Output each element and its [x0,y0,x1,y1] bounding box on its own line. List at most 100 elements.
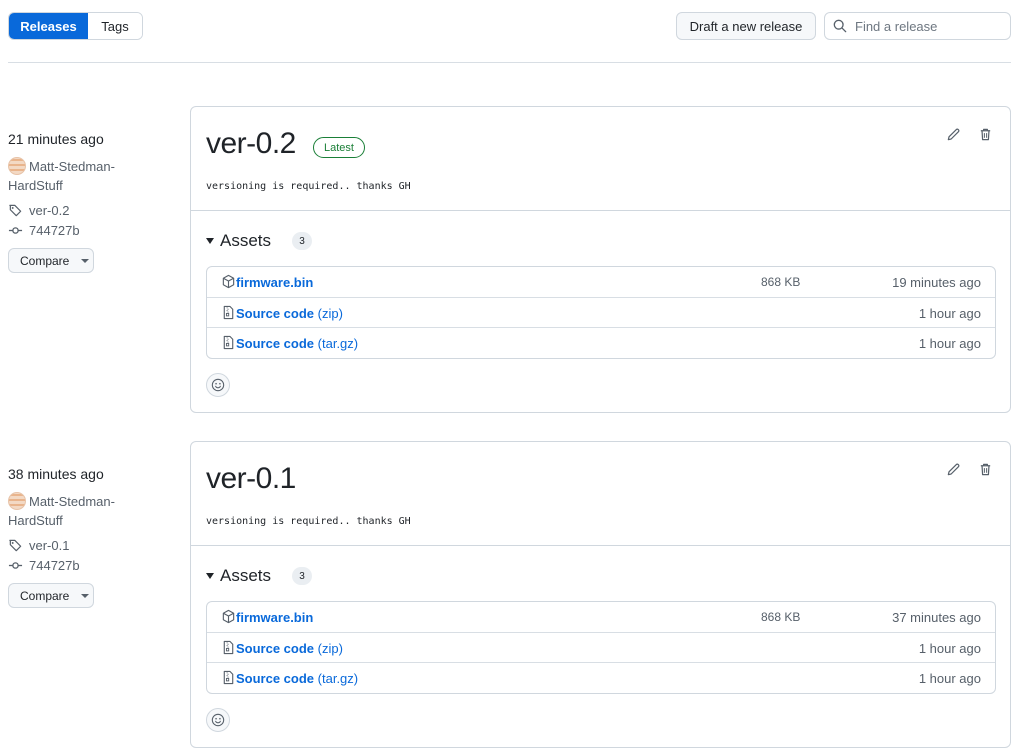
assets-list: firmware.bin 868 KB 19 minutes ago Sourc… [206,266,996,359]
asset-link[interactable]: Source code (tar.gz) [236,336,358,351]
tag-label: ver-0.1 [29,538,70,553]
caret-down-icon [81,593,90,598]
compare-label: Compare [20,253,70,268]
asset-time: 1 hour ago [918,306,981,321]
assets-toggle[interactable]: Assets 3 [206,231,313,251]
pencil-icon [947,463,959,475]
asset-name: Source code [236,336,315,351]
commit-sha: 744727b [29,223,80,238]
assets-list: firmware.bin 868 KB 37 minutes ago Sourc… [206,601,996,694]
release-entry: 21 minutes ago Matt-Stedman-HardStuff ve… [8,106,1011,413]
asset-time: 37 minutes ago [892,610,981,625]
delete-release-button[interactable] [976,125,994,143]
asset-name: Source code [236,641,315,656]
add-reaction-button[interactable] [206,708,230,732]
assets-count-badge: 3 [292,567,313,585]
search-icon [833,19,847,33]
asset-link[interactable]: Source code (zip) [236,641,343,656]
asset-ext: (zip) [317,306,343,321]
asset-name: Source code [236,306,315,321]
compare-dropdown-button[interactable]: Compare [8,248,94,273]
release-time: 38 minutes ago [8,466,104,482]
release-title[interactable]: ver-0.2 [206,127,296,161]
asset-row: firmware.bin 868 KB 19 minutes ago [207,267,995,297]
edit-release-button[interactable] [944,460,962,478]
smiley-icon [211,378,225,392]
release-commit-link[interactable]: 744727b [8,223,80,238]
release-author[interactable]: Matt-Stedman-HardStuff [8,492,160,530]
release-notes: versioning is required.. thanks GH [206,516,411,527]
tag-icon [9,204,22,217]
asset-row: Source code (tar.gz) 1 hour ago [207,662,995,692]
release-entry: 38 minutes ago Matt-Stedman-HardStuff ve… [8,441,1011,748]
asset-name: Source code [236,671,315,686]
git-commit-icon [8,562,23,569]
asset-size: 868 KB [761,275,801,289]
release-tag-link[interactable]: ver-0.1 [8,538,69,553]
file-zip-icon [221,640,236,655]
releases-toolbar: Releases Tags Draft a new release [8,12,1011,40]
delete-release-button[interactable] [976,460,994,478]
caret-down-icon [81,258,90,263]
release-time: 21 minutes ago [8,131,104,147]
file-zip-icon [221,305,236,320]
asset-link[interactable]: Source code (zip) [236,306,343,321]
assets-toggle[interactable]: Assets 3 [206,566,313,586]
asset-row: Source code (tar.gz) 1 hour ago [207,327,995,357]
asset-ext: (tar.gz) [317,671,359,686]
git-commit-icon [8,227,23,234]
assets-label: Assets [220,566,272,585]
assets-count-badge: 3 [292,232,313,250]
release-title[interactable]: ver-0.1 [206,462,296,496]
asset-name: firmware.bin [236,275,314,290]
add-reaction-button[interactable] [206,373,230,397]
triangle-down-icon [206,573,214,579]
draft-new-release-button[interactable]: Draft a new release [676,12,816,40]
header-divider [8,62,1011,63]
latest-badge: Latest [313,137,365,158]
avatar [8,492,26,510]
release-commit-link[interactable]: 744727b [8,558,80,573]
asset-size: 868 KB [761,610,801,624]
assets-label: Assets [220,231,272,250]
tab-releases[interactable]: Releases [9,13,88,39]
edit-release-button[interactable] [944,125,962,143]
release-card: ver-0.1 versioning is required.. thanks … [190,441,1011,748]
tab-tags[interactable]: Tags [88,13,142,39]
asset-ext: (zip) [317,641,343,656]
find-release-search[interactable] [824,12,1011,40]
commit-sha: 744727b [29,558,80,573]
package-icon [221,274,236,289]
trash-icon [980,128,990,140]
asset-row: Source code (zip) 1 hour ago [207,297,995,327]
package-icon [221,609,236,624]
asset-time: 19 minutes ago [892,275,981,290]
release-card: ver-0.2 Latest versioning is required.. … [190,106,1011,413]
tag-label: ver-0.2 [29,203,70,218]
asset-time: 1 hour ago [918,336,981,351]
release-header: ver-0.2 Latest versioning is required.. … [191,107,1010,211]
asset-name: firmware.bin [236,610,314,625]
release-notes: versioning is required.. thanks GH [206,181,411,192]
release-tag-link[interactable]: ver-0.2 [8,203,69,218]
asset-row: firmware.bin 868 KB 37 minutes ago [207,602,995,632]
trash-icon [980,463,990,475]
file-zip-icon [221,335,236,350]
release-author[interactable]: Matt-Stedman-HardStuff [8,157,160,195]
releases-tags-switch: Releases Tags [8,12,143,40]
compare-dropdown-button[interactable]: Compare [8,583,94,608]
asset-time: 1 hour ago [918,641,981,656]
asset-time: 1 hour ago [918,671,981,686]
compare-label: Compare [20,588,70,603]
asset-link[interactable]: firmware.bin [236,610,313,625]
file-zip-icon [221,670,236,685]
triangle-down-icon [206,238,214,244]
release-header: ver-0.1 versioning is required.. thanks … [191,442,1010,546]
asset-link[interactable]: firmware.bin [236,275,313,290]
asset-ext: (tar.gz) [317,336,359,351]
asset-row: Source code (zip) 1 hour ago [207,632,995,662]
smiley-icon [211,713,225,727]
search-input[interactable] [855,18,1005,34]
pencil-icon [947,128,959,140]
asset-link[interactable]: Source code (tar.gz) [236,671,358,686]
